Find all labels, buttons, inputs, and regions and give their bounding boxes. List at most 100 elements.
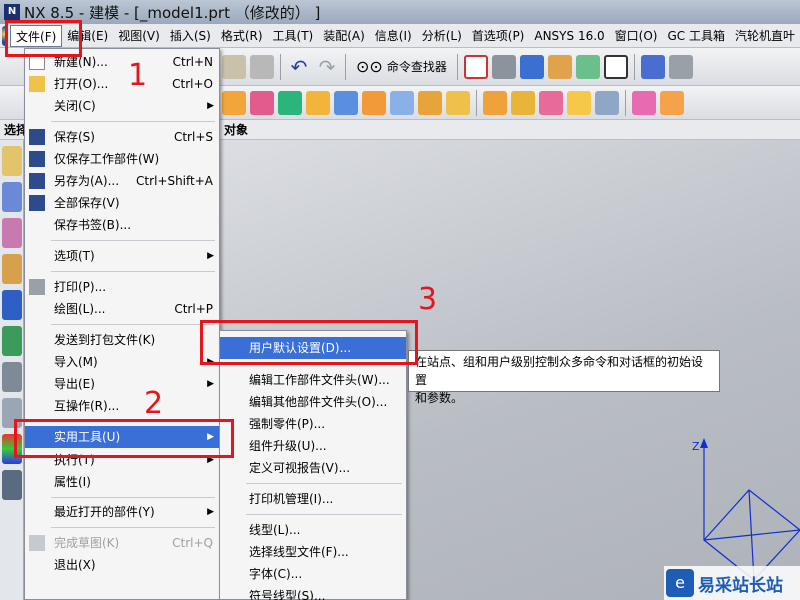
printer-icon (29, 279, 45, 295)
menu-item-save[interactable]: 保存(S) Ctrl+S (25, 126, 219, 148)
menu-item-print[interactable]: 打印(P)... (25, 276, 219, 298)
nx-logo-icon: N (4, 4, 20, 20)
sweep-icon[interactable] (511, 90, 535, 115)
menu-item-edit-work-part-header[interactable]: 编辑工作部件文件头(W)... (220, 369, 406, 391)
resource-bar (0, 140, 24, 600)
menu-item-save-work-part[interactable]: 仅保存工作部件(W) (25, 148, 219, 170)
menu-separator (51, 121, 215, 122)
menu-item-properties[interactable]: 属性(I) (25, 471, 219, 493)
menu-item-line-font[interactable]: 线型(L)... (220, 519, 406, 541)
save-disk-icon (29, 129, 45, 145)
menu-item-define-visual-report[interactable]: 定义可视报告(V)... (220, 457, 406, 479)
file-menu-dropdown: 新建(N)... Ctrl+N 打开(O)... Ctrl+O 关闭(C) ▶ … (24, 48, 220, 600)
menu-item-close[interactable]: 关闭(C) ▶ (25, 95, 219, 117)
assembly-navigator-icon[interactable] (2, 146, 22, 176)
menu-item-open[interactable]: 打开(O)... Ctrl+O (25, 73, 219, 95)
menu-window[interactable]: 窗口(O) (610, 25, 663, 47)
menu-analysis[interactable]: 分析(L) (417, 25, 467, 47)
trim-icon[interactable] (567, 90, 591, 115)
extrude-icon[interactable] (334, 90, 358, 115)
boolean-icon[interactable] (418, 90, 442, 115)
section-view-icon[interactable] (575, 54, 600, 79)
part-navigator-icon[interactable] (2, 218, 22, 248)
user-defaults-tooltip: 在站点、组和用户级别控制众多命令和对话框的初始设置 和参数。 (408, 350, 720, 405)
annotation-number-2: 2 (144, 386, 164, 421)
menu-item-save-as[interactable]: 另存为(A)... Ctrl+Shift+A (25, 170, 219, 192)
menu-item-exit[interactable]: 退出(X) (25, 554, 219, 576)
shell-icon[interactable] (446, 90, 470, 115)
point-set-icon[interactable] (250, 90, 274, 115)
menu-item-symbol-line-font[interactable]: 符号线型(S)... (220, 585, 406, 600)
block-icon[interactable] (306, 90, 330, 115)
tooltip-line-1: 在站点、组和用户级别控制众多命令和对话框的初始设置 (415, 355, 704, 387)
menu-item-plot[interactable]: 绘图(L)... Ctrl+P (25, 298, 219, 320)
color-box-icon[interactable] (603, 54, 628, 79)
more-tools-icon[interactable] (668, 54, 693, 79)
submenu-arrow-icon: ▶ (207, 379, 214, 389)
menu-assemblies[interactable]: 装配(A) (318, 25, 370, 47)
watermark-logo-icon: e (666, 569, 694, 597)
redo-icon[interactable]: ↷ (315, 55, 339, 79)
menu-information[interactable]: 信息(I) (370, 25, 417, 47)
surface-icon[interactable] (483, 90, 507, 115)
menu-format[interactable]: 格式(R) (216, 25, 268, 47)
menu-view[interactable]: 视图(V) (113, 25, 165, 47)
offset-icon[interactable] (595, 90, 619, 115)
layer-icon[interactable] (547, 54, 572, 79)
submenu-arrow-icon: ▶ (207, 251, 214, 261)
command-finder-button[interactable]: ⊙⊙ 命令查找器 (350, 57, 453, 76)
menu-turbine[interactable]: 汽轮机直叶 (730, 25, 800, 47)
menu-item-send-to-package[interactable]: 发送到打包文件(K) (25, 329, 219, 351)
menu-item-edit-other-part-header[interactable]: 编辑其他部件文件头(O)... (220, 391, 406, 413)
menu-item-component-upgrade[interactable]: 组件升级(U)... (220, 435, 406, 457)
z-axis-label: Z (692, 440, 700, 453)
menu-item-printer-admin[interactable]: 打印机管理(I)... (220, 488, 406, 510)
menu-separator (51, 497, 215, 498)
menu-item-save-all[interactable]: 全部保存(V) (25, 192, 219, 214)
menu-tools[interactable]: 工具(T) (268, 25, 319, 47)
view-orient-icon[interactable] (491, 54, 516, 79)
menu-item-export[interactable]: 导出(E) ▶ (25, 373, 219, 395)
clipboard-icon[interactable] (250, 54, 274, 79)
wcs-icon[interactable] (640, 54, 665, 79)
annotation-number-3: 3 (418, 282, 438, 317)
menu-ansys[interactable]: ANSYS 16.0 (529, 25, 609, 47)
roles-icon[interactable] (2, 470, 22, 500)
menu-item-import[interactable]: 导入(M) ▶ (25, 351, 219, 373)
menu-item-select-line-font-file[interactable]: 选择线型文件(F)... (220, 541, 406, 563)
datum-icon[interactable] (278, 90, 302, 115)
menu-insert[interactable]: 插入(S) (165, 25, 216, 47)
menu-separator (246, 514, 402, 515)
constraint-navigator-icon[interactable] (2, 182, 22, 212)
menu-item-force-part[interactable]: 强制零件(P)... (220, 413, 406, 435)
transform-icon[interactable] (660, 90, 684, 115)
reuse-library-icon[interactable] (2, 254, 22, 284)
paste-icon[interactable] (222, 54, 246, 79)
submenu-arrow-icon: ▶ (207, 507, 214, 517)
info-icon[interactable] (2, 290, 22, 320)
web-browser-icon[interactable] (2, 326, 22, 356)
save-all-icon (29, 195, 45, 211)
menu-gc-toolkit[interactable]: GC 工具箱 (662, 25, 730, 47)
menu-separator (51, 240, 215, 241)
history-icon[interactable] (2, 362, 22, 392)
menu-bar: 文件(F) 编辑(E) 视图(V) 插入(S) 格式(R) 工具(T) 装配(A… (0, 24, 800, 48)
annotation-box-user-defaults (200, 320, 418, 365)
undo-icon[interactable]: ↶ (287, 55, 311, 79)
menu-item-interop[interactable]: 互操作(R)... (25, 395, 219, 417)
revolve-icon[interactable] (362, 90, 386, 115)
menu-item-options[interactable]: 选项(T) ▶ (25, 245, 219, 267)
binoculars-icon: ⊙⊙ (356, 57, 383, 76)
hole-icon[interactable] (390, 90, 414, 115)
menu-preferences[interactable]: 首选项(P) (467, 25, 530, 47)
menu-separator (51, 324, 215, 325)
move-object-icon[interactable] (632, 90, 656, 115)
title-bar: N NX 8.5 - 建模 - [_model1.prt （修改的） ] (0, 0, 800, 24)
fit-view-icon[interactable] (463, 54, 488, 79)
pattern-icon[interactable] (222, 90, 246, 115)
menu-item-font[interactable]: 字体(C)... (220, 563, 406, 585)
render-style-icon[interactable] (519, 54, 544, 79)
mesh-surface-icon[interactable] (539, 90, 563, 115)
menu-item-save-bookmark[interactable]: 保存书签(B)... (25, 214, 219, 236)
menu-item-recent-parts[interactable]: 最近打开的部件(Y) ▶ (25, 501, 219, 523)
